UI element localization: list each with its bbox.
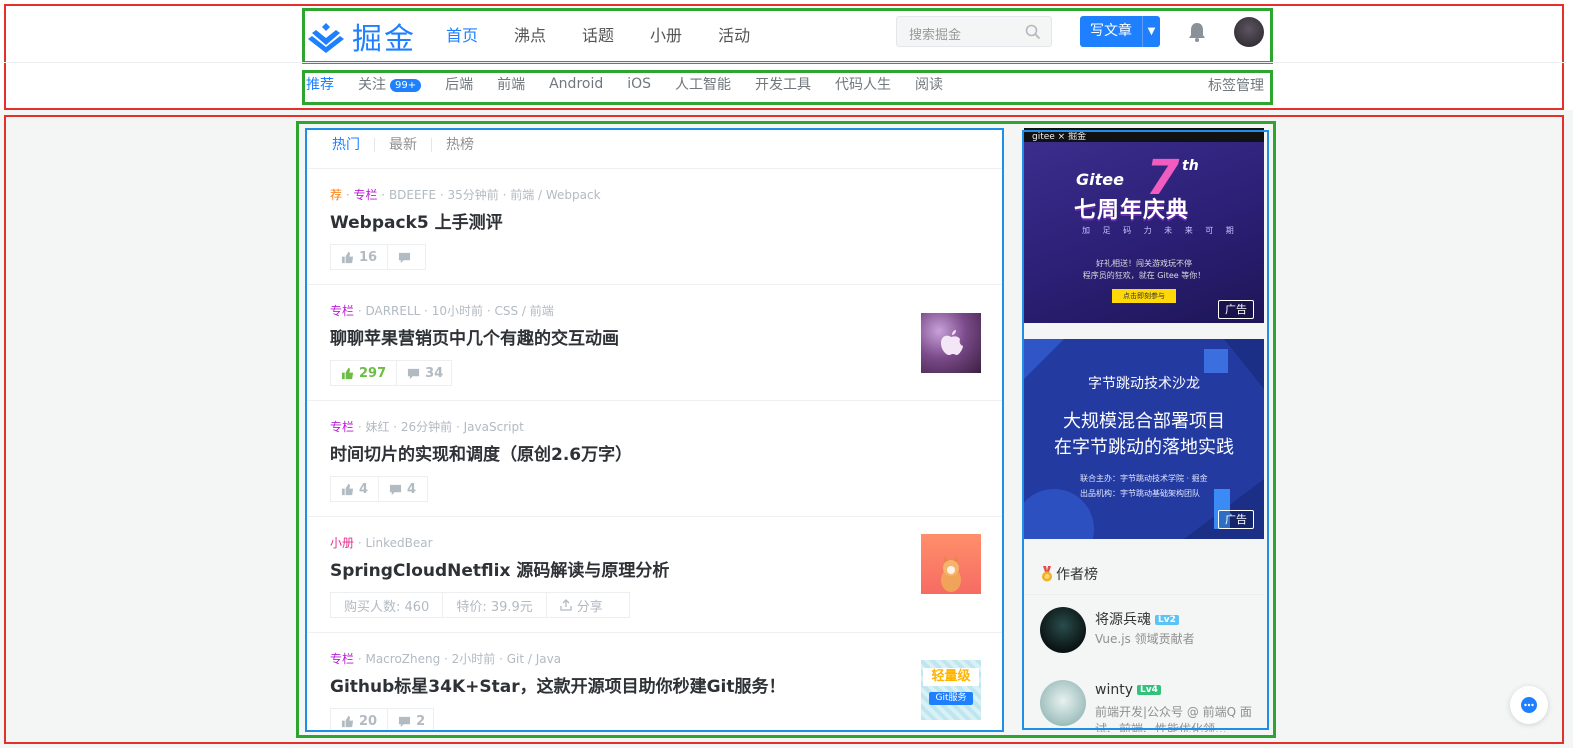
category-nav: 推荐 关注 99+ 后端 前端 Android iOS 人工智能 开发工具 代码人…: [306, 74, 943, 94]
category-codelife[interactable]: 代码人生: [835, 74, 891, 94]
category-ai[interactable]: 人工智能: [675, 74, 731, 94]
nav-events[interactable]: 活动: [718, 22, 750, 46]
nav-home[interactable]: 首页: [446, 22, 478, 46]
chat-bubble-icon: [1521, 697, 1537, 713]
write-article-label: 写文章: [1080, 16, 1143, 47]
category-ios[interactable]: iOS: [627, 76, 651, 92]
juejin-logo-icon: [308, 23, 344, 53]
category-frontend[interactable]: 前端: [497, 74, 525, 94]
juejin-logo[interactable]: 掘金: [308, 14, 416, 58]
category-android[interactable]: Android: [549, 76, 603, 92]
category-backend[interactable]: 后端: [445, 74, 473, 94]
category-follow-label: 关注: [358, 77, 386, 93]
bell-icon[interactable]: [1186, 21, 1208, 43]
search-input[interactable]: 搜索掘金: [896, 16, 1052, 47]
header-divider: [4, 62, 1566, 63]
help-chat-button[interactable]: [1510, 686, 1548, 724]
follow-count-badge: 99+: [390, 79, 422, 92]
nav-books[interactable]: 小册: [650, 22, 682, 46]
search-icon[interactable]: [1025, 24, 1041, 40]
logo-text: 掘金: [352, 22, 416, 57]
category-reading[interactable]: 阅读: [915, 74, 943, 94]
tag-manage-link[interactable]: 标签管理: [1208, 75, 1264, 95]
category-recommend[interactable]: 推荐: [306, 74, 334, 94]
category-follow[interactable]: 关注 99+: [358, 74, 422, 94]
chevron-down-icon[interactable]: ▼: [1143, 16, 1160, 47]
category-devtools[interactable]: 开发工具: [755, 74, 811, 94]
nav-topics[interactable]: 话题: [582, 22, 614, 46]
feed-outline: [305, 128, 1004, 732]
main-nav: 首页 沸点 话题 小册 活动: [446, 22, 750, 46]
search-placeholder: 搜索掘金: [909, 28, 962, 43]
write-article-button[interactable]: 写文章 ▼: [1080, 16, 1160, 47]
sidebar-outline: [1022, 130, 1269, 730]
user-avatar[interactable]: [1234, 17, 1264, 47]
nav-pins[interactable]: 沸点: [514, 22, 546, 46]
